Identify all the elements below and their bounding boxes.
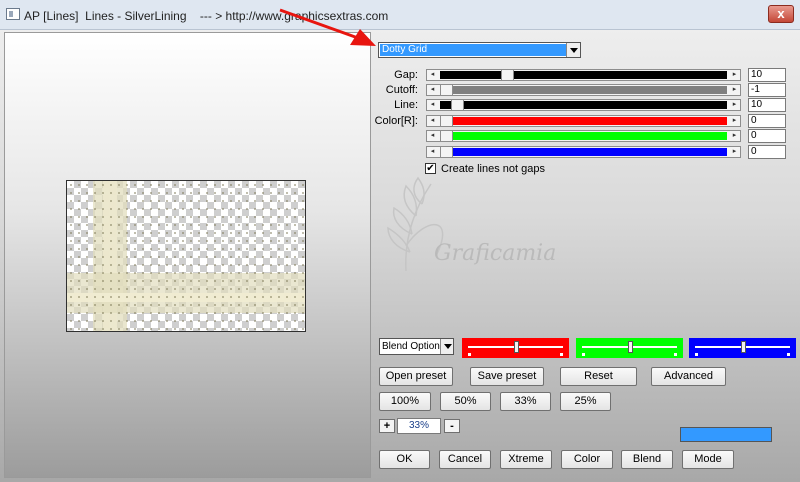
preset-selected-value: Dotty Grid <box>380 44 566 56</box>
slider-thumb-color-r[interactable] <box>440 115 453 127</box>
zoom-value-field[interactable]: 33% <box>397 418 441 434</box>
reset-button[interactable]: Reset <box>560 367 637 386</box>
blend-options-dropdown[interactable]: Blend Option <box>379 338 454 355</box>
blend-slider-2[interactable] <box>689 338 796 358</box>
mode-button[interactable]: Mode <box>682 450 734 469</box>
create-lines-label: Create lines not gaps <box>441 163 545 175</box>
title-bar: AP [Lines] Lines - SilverLining --- > ht… <box>0 0 800 30</box>
slider-fill-color-g <box>440 132 727 140</box>
slider-line[interactable]: ◂ ▸ <box>426 99 741 111</box>
open-preset-button[interactable]: Open preset <box>379 367 453 386</box>
blend-slider-thumb[interactable] <box>628 341 633 353</box>
close-button[interactable]: x <box>768 5 794 23</box>
window-icon <box>6 8 20 20</box>
create-lines-checkbox[interactable]: ✔ <box>425 163 436 174</box>
preview-dot-grid <box>67 181 305 331</box>
slider-value-color-g[interactable]: 0 <box>748 129 786 143</box>
slider-right-arrow-icon[interactable]: ▸ <box>729 147 740 157</box>
slider-color-r[interactable]: ◂ ▸ <box>426 115 741 127</box>
slider-left-arrow-icon[interactable]: ◂ <box>427 116 438 126</box>
blend-button[interactable]: Blend <box>621 450 673 469</box>
cancel-button[interactable]: Cancel <box>439 450 491 469</box>
blend-slider-tick <box>560 353 563 356</box>
slider-thumb-cutoff[interactable] <box>440 84 453 96</box>
slider-thumb-gap[interactable] <box>501 69 514 81</box>
zoom-out-button[interactable]: - <box>444 419 460 433</box>
zoom-in-button[interactable]: + <box>379 419 395 433</box>
red-arrow-icon <box>279 8 376 46</box>
slider-value-color-r[interactable]: 0 <box>748 114 786 128</box>
watermark-logo: Graficamia <box>387 176 556 272</box>
blend-slider-thumb[interactable] <box>514 341 519 353</box>
slider-thumb-color-g[interactable] <box>440 130 453 142</box>
watermark-text: Graficamia <box>434 241 556 266</box>
slider-right-arrow-icon[interactable]: ▸ <box>729 100 740 110</box>
slider-color-b[interactable]: ◂ ▸ <box>426 146 741 158</box>
blend-slider-tick <box>674 353 677 356</box>
slider-thumb-color-b[interactable] <box>440 146 453 158</box>
slider-fill-cutoff <box>440 86 727 94</box>
zoom-50-button[interactable]: 50% <box>440 392 491 411</box>
slider-cutoff[interactable]: ◂ ▸ <box>426 84 741 96</box>
slider-right-arrow-icon[interactable]: ▸ <box>729 85 740 95</box>
zoom-25-button[interactable]: 25% <box>560 392 611 411</box>
blend-slider-thumb[interactable] <box>741 341 746 353</box>
slider-value-line[interactable]: 10 <box>748 98 786 112</box>
slider-gap[interactable]: ◂ ▸ <box>426 69 741 81</box>
slider-color-g[interactable]: ◂ ▸ <box>426 130 741 142</box>
blend-options-label: Blend Option <box>382 341 440 352</box>
blend-slider-0[interactable] <box>462 338 569 358</box>
xtreme-button[interactable]: Xtreme <box>500 450 552 469</box>
slider-left-arrow-icon[interactable]: ◂ <box>427 131 438 141</box>
blend-slider-tick <box>582 353 585 356</box>
slider-left-arrow-icon[interactable]: ◂ <box>427 100 438 110</box>
blend-slider-1[interactable] <box>576 338 683 358</box>
slider-label-gap: Gap: <box>394 69 418 81</box>
color-button[interactable]: Color <box>561 450 613 469</box>
slider-thumb-line[interactable] <box>451 99 464 111</box>
slider-left-arrow-icon[interactable]: ◂ <box>427 70 438 80</box>
slider-left-arrow-icon[interactable]: ◂ <box>427 147 438 157</box>
slider-label-color-r: Color[R]: <box>374 115 418 127</box>
preview-image <box>66 180 306 332</box>
slider-fill-color-r <box>440 117 727 125</box>
blend-slider-tick <box>695 353 698 356</box>
slider-value-gap[interactable]: 10 <box>748 68 786 82</box>
save-preset-button[interactable]: Save preset <box>470 367 544 386</box>
slider-value-cutoff[interactable]: -1 <box>748 83 786 97</box>
slider-label-line: Line: <box>394 99 418 111</box>
slider-fill-gap <box>440 71 727 79</box>
slider-right-arrow-icon[interactable]: ▸ <box>729 131 740 141</box>
slider-right-arrow-icon[interactable]: ▸ <box>729 116 740 126</box>
color-swatch[interactable] <box>680 427 772 442</box>
zoom-100-button[interactable]: 100% <box>379 392 431 411</box>
slider-fill-color-b <box>440 148 727 156</box>
preset-dropdown[interactable]: Dotty Grid <box>378 42 581 58</box>
slider-right-arrow-icon[interactable]: ▸ <box>729 70 740 80</box>
slider-label-cutoff: Cutoff: <box>385 84 418 96</box>
slider-fill-line <box>440 101 727 109</box>
dropdown-arrow-icon[interactable] <box>566 43 580 57</box>
dropdown-arrow-icon[interactable] <box>440 339 453 354</box>
zoom-33-button[interactable]: 33% <box>500 392 551 411</box>
close-icon: x <box>777 6 785 21</box>
ok-button[interactable]: OK <box>379 450 430 469</box>
advanced-button[interactable]: Advanced <box>651 367 726 386</box>
blend-slider-tick <box>468 353 471 356</box>
slider-value-color-b[interactable]: 0 <box>748 145 786 159</box>
slider-left-arrow-icon[interactable]: ◂ <box>427 85 438 95</box>
blend-slider-tick <box>787 353 790 356</box>
